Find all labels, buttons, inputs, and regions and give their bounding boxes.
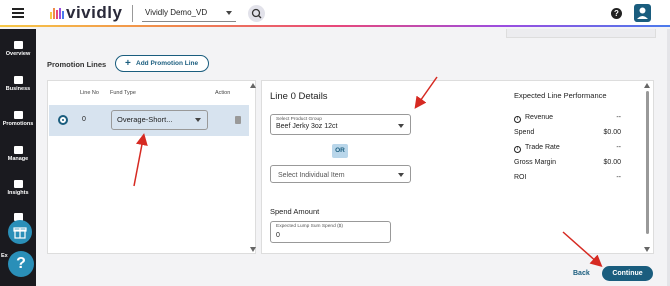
scroll-up-icon[interactable] (250, 83, 256, 88)
expected-performance-title: Expected Line Performance (514, 91, 607, 100)
performance-value: $0.00 (603, 129, 621, 136)
scroll-down-icon[interactable] (250, 247, 256, 252)
top-summary-box (506, 29, 656, 38)
performance-row-trade-rate: i Trade Rate -- (514, 144, 621, 153)
sidebar-item-overview[interactable]: Overview (0, 41, 36, 57)
continue-button[interactable]: Continue (602, 266, 653, 281)
chevron-down-icon (398, 173, 404, 177)
performance-row-revenue: i Revenue -- (514, 114, 621, 123)
sidebar-item-business[interactable]: Business (0, 76, 36, 92)
gift-icon (13, 227, 27, 239)
sidebar-item-label: Overview (5, 51, 31, 57)
sidebar: Overview Business Promotions Manage Insi… (0, 29, 36, 286)
individual-item-select[interactable]: Select Individual Item (270, 165, 411, 183)
account-select[interactable]: Vividly Demo_VD (142, 5, 236, 22)
row-radio-button[interactable] (58, 115, 68, 125)
product-group-value: Beef Jerky 3oz 12ct (276, 123, 338, 130)
building-icon (13, 76, 23, 84)
chevron-down-icon (195, 118, 201, 122)
scroll-down-icon[interactable] (644, 247, 650, 252)
column-header-fund-type: Fund Type (110, 90, 136, 96)
info-icon[interactable]: i (514, 146, 521, 153)
line-details-title: Line 0 Details (270, 91, 328, 102)
lump-sum-spend-field[interactable]: Expected Lump Sum Spend ($) 0 (270, 221, 391, 243)
fund-type-value: Overage-Short... (117, 115, 173, 124)
fund-type-select[interactable]: Overage-Short... (111, 110, 208, 130)
plus-icon: + (125, 58, 131, 69)
sidebar-item-label: Manage (7, 156, 29, 162)
performance-value: -- (616, 114, 621, 121)
performance-row-roi: ROI -- (514, 174, 621, 181)
lump-sum-spend-value: 0 (276, 232, 280, 239)
sidebar-item-label: Insights (7, 190, 29, 196)
tag-icon (13, 111, 23, 119)
sidebar-item-label: Business (5, 86, 31, 92)
chevron-down-icon (226, 11, 232, 15)
info-icon[interactable]: i (514, 116, 521, 123)
account-select-value: Vividly Demo_VD (145, 8, 208, 17)
menu-icon[interactable] (12, 8, 24, 18)
main-content: Promotion Lines + Add Promotion Line Lin… (36, 29, 670, 286)
user-menu-button[interactable] (634, 4, 651, 22)
app-logo-text: vividly (66, 3, 123, 22)
performance-row-spend: Spend $0.00 (514, 129, 621, 136)
add-promotion-line-label: Add Promotion Line (136, 60, 199, 67)
performance-label: Spend (514, 129, 535, 136)
sidebar-item-manage[interactable]: Manage (0, 146, 36, 162)
sidebar-item-insights[interactable]: Insights (0, 180, 36, 196)
scroll-up-icon[interactable] (644, 83, 650, 88)
delete-icon[interactable] (235, 116, 241, 124)
chevron-down-icon (398, 124, 404, 128)
spend-amount-title: Spend Amount (270, 207, 320, 216)
bar-chart-icon (13, 180, 23, 188)
dashboard-icon (13, 41, 23, 49)
sidebar-item-label: Ex (1, 253, 8, 259)
or-divider: OR (332, 144, 348, 158)
vividly-logo-icon (50, 8, 64, 19)
sidebar-item-promotions[interactable]: Promotions (0, 111, 36, 127)
search-icon (251, 8, 262, 19)
scrollbar-thumb[interactable] (646, 91, 649, 234)
logo-divider (132, 5, 133, 22)
column-header-action: Action (215, 90, 231, 96)
user-icon (637, 7, 648, 19)
add-promotion-line-button[interactable]: + Add Promotion Line (115, 55, 209, 72)
performance-label: ROI (514, 174, 527, 181)
performance-label: Revenue (525, 114, 554, 121)
top-bar: vividly Vividly Demo_VD ? (0, 0, 670, 27)
promotion-lines-table: Line No Fund Type Action 0 Overage-Short… (47, 80, 256, 254)
performance-row-gross-margin: Gross Margin $0.00 (514, 159, 621, 166)
product-group-select[interactable]: Select Product Group Beef Jerky 3oz 12ct (270, 114, 411, 135)
back-button[interactable]: Back (573, 270, 590, 277)
performance-value: $0.00 (603, 159, 621, 166)
performance-value: -- (616, 174, 621, 181)
gift-button[interactable] (8, 220, 32, 244)
lump-sum-spend-label: Expected Lump Sum Spend ($) (276, 224, 343, 229)
individual-item-placeholder: Select Individual Item (278, 172, 345, 179)
performance-label: Gross Margin (514, 159, 557, 166)
promotion-lines-title: Promotion Lines (47, 60, 107, 69)
product-group-label: Select Product Group (276, 117, 322, 122)
table-row[interactable]: 0 Overage-Short... (49, 105, 249, 136)
performance-label: Trade Rate (525, 144, 560, 151)
line-details-panel: Line 0 Details Select Product Group Beef… (261, 80, 654, 254)
row-line-no: 0 (82, 116, 86, 123)
search-button[interactable] (248, 5, 265, 22)
help-icon[interactable]: ? (611, 8, 622, 19)
help-fab-button[interactable]: ? (8, 251, 34, 277)
performance-value: -- (616, 144, 621, 151)
sidebar-item-label: Promotions (2, 121, 34, 127)
column-header-line-no: Line No (80, 90, 99, 96)
people-icon (13, 146, 23, 154)
brand-gradient-bar (0, 25, 670, 27)
